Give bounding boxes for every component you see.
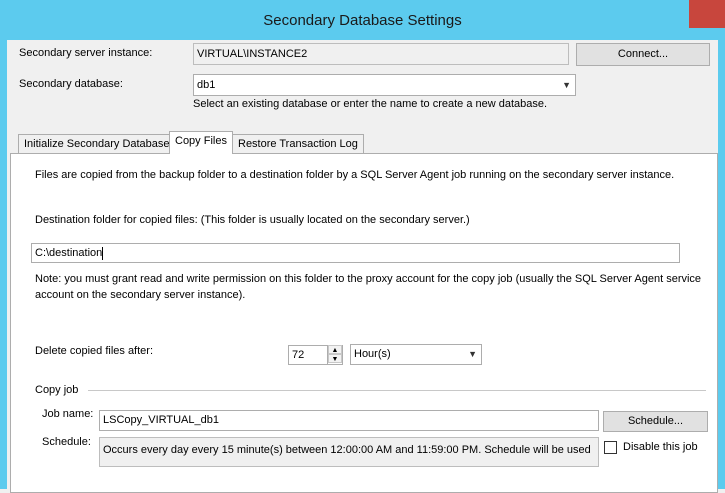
permission-note-line1: Note: you must grant read and write perm…	[35, 273, 702, 285]
tab-copy-files[interactable]: Copy Files	[169, 131, 233, 154]
window-frame-left	[0, 40, 7, 489]
secondary-database-value: db1	[197, 79, 216, 91]
server-instance-field: VIRTUAL\INSTANCE2	[193, 43, 569, 65]
job-name-input[interactable]: LSCopy_VIRTUAL_db1	[99, 410, 599, 431]
delete-files-label: Delete copied files after:	[35, 345, 154, 357]
destination-folder-label: Destination folder for copied files: (Th…	[35, 214, 470, 226]
job-name-label: Job name:	[42, 408, 94, 420]
schedule-button[interactable]: Schedule...	[603, 411, 708, 432]
secondary-database-label: Secondary database:	[19, 78, 123, 90]
tab-initialize-secondary-database[interactable]: Initialize Secondary Database	[18, 134, 176, 154]
chevron-down-icon[interactable]: ▼	[468, 345, 477, 364]
close-button[interactable]	[689, 0, 725, 28]
window-frame-right	[718, 40, 725, 489]
disable-job-checkbox[interactable]	[604, 441, 617, 454]
group-divider	[88, 390, 706, 391]
text-caret	[102, 246, 104, 260]
secondary-database-combo[interactable]: db1 ▼	[193, 74, 576, 96]
database-hint: Select an existing database or enter the…	[193, 98, 548, 110]
spin-up-icon[interactable]: ▲	[328, 345, 342, 354]
delete-unit-combo[interactable]: Hour(s) ▼	[350, 344, 482, 365]
copy-job-group-label: Copy job	[35, 384, 79, 396]
chevron-down-icon[interactable]: ▼	[562, 75, 571, 95]
destination-folder-value: C:\destination	[35, 247, 103, 259]
spin-down-icon[interactable]: ▼	[328, 354, 342, 363]
delete-unit-value: Hour(s)	[354, 348, 391, 360]
schedule-description: Occurs every day every 15 minute(s) betw…	[99, 437, 599, 467]
window-title: Secondary Database Settings	[263, 12, 462, 29]
destination-folder-input[interactable]: C:\destination	[31, 243, 680, 263]
delete-after-value: 72	[292, 349, 305, 361]
server-instance-label: Secondary server instance:	[19, 47, 153, 59]
schedule-label: Schedule:	[42, 436, 91, 448]
copy-files-intro: Files are copied from the backup folder …	[35, 169, 675, 181]
disable-job-label[interactable]: Disable this job	[623, 441, 698, 453]
delete-after-spinner[interactable]: ▲ ▼	[327, 345, 342, 365]
connect-button[interactable]: Connect...	[576, 43, 710, 66]
permission-note-line2: account on the secondary server instance…	[35, 289, 246, 301]
tab-restore-transaction-log[interactable]: Restore Transaction Log	[232, 134, 364, 154]
